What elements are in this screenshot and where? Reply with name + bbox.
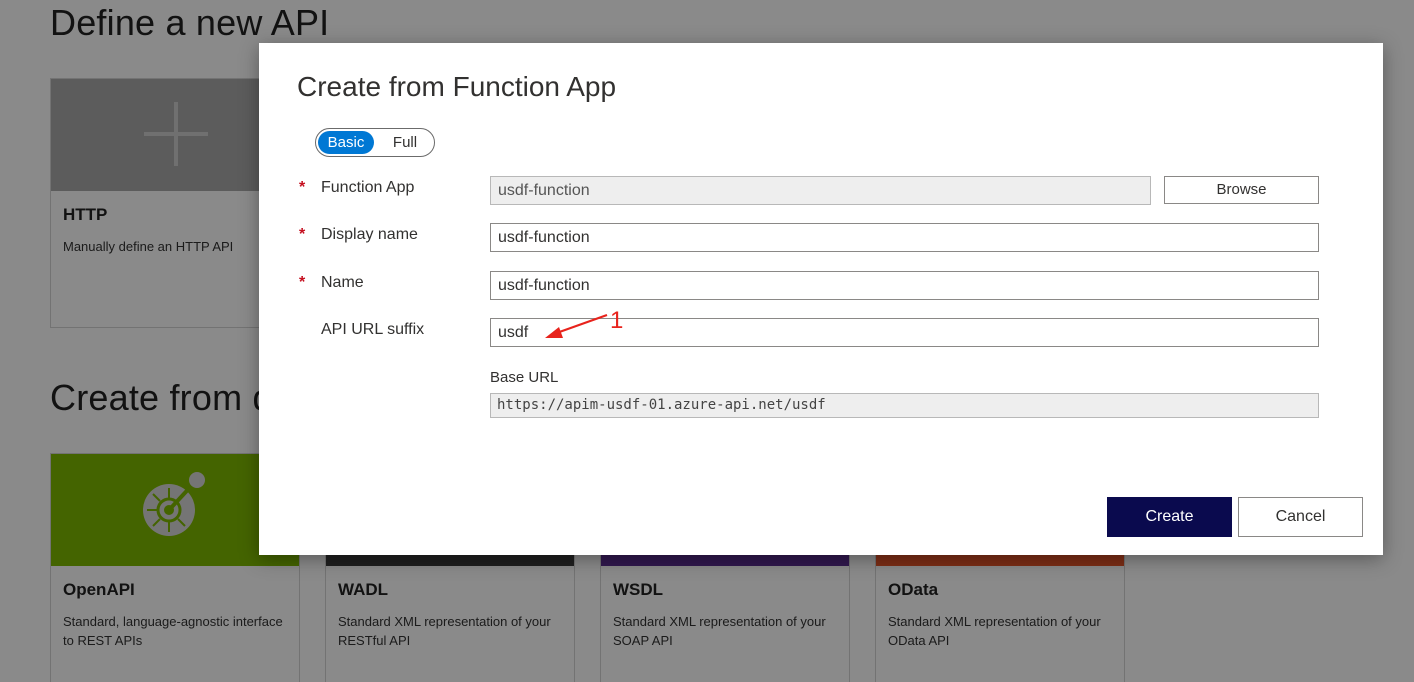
base-url-field: https://apim-usdf-01.azure-api.net/usdf (490, 393, 1319, 418)
name-field[interactable]: usdf-function (490, 271, 1319, 300)
required-indicator: * (299, 226, 306, 243)
annotation-number: 1 (610, 307, 624, 334)
mode-toggle: Basic Full (315, 128, 435, 157)
api-url-suffix-label: API URL suffix (321, 321, 425, 338)
function-app-field[interactable]: usdf-function (490, 176, 1151, 205)
display-name-field[interactable]: usdf-function (490, 223, 1319, 252)
annotation-arrow-icon (545, 313, 608, 338)
required-indicator: * (299, 274, 306, 291)
base-url-label: Base URL (490, 369, 559, 386)
function-app-label: Function App (321, 179, 415, 196)
required-indicator: * (299, 179, 306, 196)
dialog-title: Create from Function App (297, 71, 617, 102)
display-name-label: Display name (321, 226, 418, 243)
mode-full-option[interactable]: Full (380, 131, 430, 154)
cancel-button[interactable]: Cancel (1238, 497, 1363, 537)
create-from-function-app-dialog: Create from Function App Basic Full * Fu… (259, 43, 1383, 555)
browse-button[interactable]: Browse (1164, 176, 1319, 204)
mode-basic-option[interactable]: Basic (318, 131, 374, 154)
name-label: Name (321, 274, 364, 291)
create-button[interactable]: Create (1107, 497, 1232, 537)
